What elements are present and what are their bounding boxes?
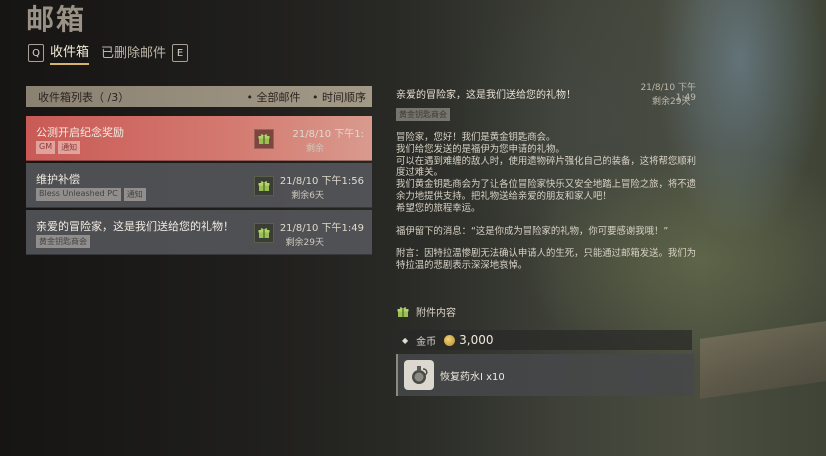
attachment-label: 附件内容 <box>416 308 456 319</box>
gold-amount: 3,000 <box>459 333 494 347</box>
mail-tag: GM <box>36 141 56 154</box>
gift-icon <box>254 129 274 149</box>
mail-remaining: 剩余29天 <box>285 238 324 248</box>
page-title: 邮箱 <box>26 3 87 36</box>
inbox-list-header: 收件箱列表（ /3） • 全部邮件 • 时间顺序 <box>26 86 372 107</box>
body-line: 附言：因特拉温惨剧无法确认申请人的生死，只能通过邮箱发送。我们为特拉温的悲剧表示… <box>396 248 697 272</box>
gift-icon <box>254 176 274 196</box>
mail-subject: 亲爱的冒险家，这是我们送给您的礼物！ <box>36 220 234 233</box>
detail-remaining: 剩余29天 <box>652 97 691 107</box>
inbox-list-title: 收件箱列表（ /3） <box>38 90 130 104</box>
body-line: 我们黄金钥匙商会为了让各位冒险家快乐又安全地踏上冒险之旅，将不遗余力地提供支持。… <box>396 179 697 202</box>
mail-subject: 维护补偿 <box>36 173 80 186</box>
body-paragraph: 附言：因特拉温惨剧无法确认申请人的生死，只能通过邮箱发送。我们为特拉温的悲剧表示… <box>396 248 696 272</box>
mail-tag: 通知 <box>123 188 146 201</box>
gold-label: 金币 <box>416 336 437 348</box>
mail-tags: Bless Unleashed PC 通知 <box>36 188 146 201</box>
attachment-item-name: 恢复药水I x10 <box>440 371 505 383</box>
potion-icon <box>404 360 434 390</box>
mail-tags: 黄金钥匙商会 <box>36 235 90 248</box>
gift-icon <box>254 223 274 243</box>
sort-by-time[interactable]: • 时间顺序 <box>312 91 366 104</box>
mail-date: 21/8/10 下午1: <box>292 129 364 140</box>
attachment-item[interactable]: 恢复药水I x10 <box>396 354 694 396</box>
attachment-header: 附件内容 <box>396 304 456 319</box>
mail-date: 21/8/10 下午1:49 <box>279 223 364 234</box>
next-tab-key[interactable]: E <box>172 44 189 62</box>
body-paragraph: 福伊留下的消息：“这是你成为冒险家的礼物，你可要感谢我哦！” <box>396 226 696 238</box>
body-line: 希望您的旅程幸运。 <box>396 202 481 214</box>
mail-item[interactable]: 亲爱的冒险家，这是我们送给您的礼物！ 黄金钥匙商会 21/8/10 下午1:49… <box>26 210 372 255</box>
mail-date: 21/8/10 下午1:56 <box>279 176 364 187</box>
mail-item[interactable]: 公测开启纪念奖励 GM 通知 21/8/10 下午1: 剩余 <box>26 116 372 161</box>
detail-subject: 亲爱的冒险家，这是我们送给您的礼物！ <box>396 90 576 101</box>
body-line: 冒险家，您好！我们是黄金钥匙商会。 <box>396 132 556 143</box>
tab-deleted[interactable]: 已删除邮件 <box>101 42 166 64</box>
list-filters: • 全部邮件 • 时间顺序 <box>247 89 367 105</box>
body-paragraph: 冒险家，您好！我们是黄金钥匙商会。 我们给您发送的是福伊为您申请的礼物。 可以在… <box>396 132 696 215</box>
tab-inbox[interactable]: 收件箱 <box>50 41 90 65</box>
prev-tab-key[interactable]: Q <box>28 44 44 62</box>
detail-body: 冒险家，您好！我们是黄金钥匙商会。 我们给您发送的是福伊为您申请的礼物。 可以在… <box>396 132 696 283</box>
mail-tabs: Q 收件箱 已删除邮件 E <box>28 41 189 65</box>
mail-remaining: 剩余6天 <box>291 191 324 201</box>
gift-icon <box>396 305 410 319</box>
detail-sender-tag: 黄金钥匙商会 <box>396 108 450 121</box>
mail-tags: GM 通知 <box>36 141 81 154</box>
body-line: 我们给您发送的是福伊为您申请的礼物。 <box>396 143 565 155</box>
mail-tag: Bless Unleashed PC <box>36 188 121 201</box>
body-line: 福伊留下的消息：“这是你成为冒险家的礼物，你可要感谢我哦！” <box>396 225 669 237</box>
mail-remaining: 剩余 <box>305 144 324 154</box>
bullet-diamond-icon: ◆ <box>402 335 409 345</box>
mail-item[interactable]: 维护补偿 Bless Unleashed PC 通知 21/8/10 下午1:5… <box>26 163 372 208</box>
attachment-gold: ◆ 金币 3,000 <box>396 330 692 350</box>
mail-subject: 公测开启纪念奖励 <box>36 126 124 139</box>
mail-tag: 通知 <box>58 141 81 154</box>
body-line: 可以在遇到难缠的敌人时，使用遗物碎片强化自己的装备，这将帮您顺利度过难关。 <box>396 155 697 179</box>
gold-coin-icon <box>444 334 456 346</box>
mail-tag: 黄金钥匙商会 <box>36 235 90 248</box>
filter-all-mail[interactable]: • 全部邮件 <box>247 91 301 104</box>
